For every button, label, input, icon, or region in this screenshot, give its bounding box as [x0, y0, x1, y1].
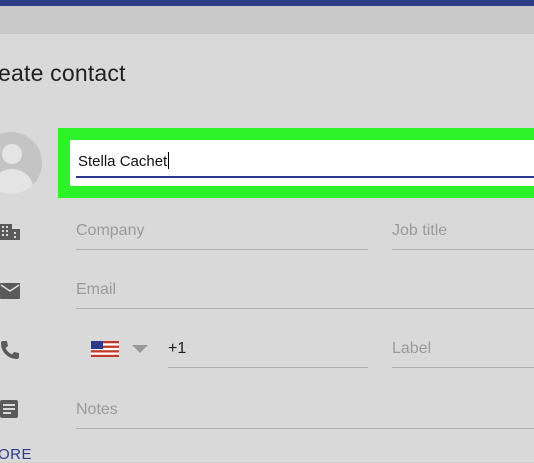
notes-input[interactable]: Notes: [76, 401, 118, 419]
more-fields-button[interactable]: ORE: [0, 446, 32, 463]
email-input[interactable]: Email: [76, 281, 116, 299]
phone-icon: [1, 341, 19, 359]
dialog-title: eate contact: [0, 60, 126, 86]
job-title-underline: [392, 249, 534, 250]
company-underline: [76, 249, 368, 250]
notes-icon: [0, 400, 18, 418]
envelope-icon: [0, 283, 20, 299]
notes-underline: [76, 428, 534, 429]
header-band: [0, 6, 534, 34]
name-value: Stella Cachet: [78, 152, 170, 170]
company-input[interactable]: Company: [76, 222, 144, 240]
avatar-body: [0, 169, 34, 194]
job-title-input[interactable]: Job title: [392, 222, 447, 240]
email-underline: [76, 308, 534, 309]
phone-input[interactable]: +1: [168, 340, 186, 358]
phone-underline: [168, 367, 368, 368]
name-text: Stella Cachet: [78, 153, 168, 170]
building-icon: [0, 224, 20, 240]
us-flag-icon[interactable]: [91, 341, 119, 357]
country-dropdown-arrow-icon[interactable]: [132, 345, 148, 353]
avatar-head: [2, 144, 22, 164]
phone-label-select[interactable]: Label: [392, 340, 431, 358]
name-field-underline: [76, 176, 534, 178]
phone-label-underline: [392, 367, 534, 368]
text-caret: [168, 152, 170, 169]
create-contact-dialog: [0, 34, 534, 462]
name-field[interactable]: Stella Cachet: [70, 140, 534, 186]
